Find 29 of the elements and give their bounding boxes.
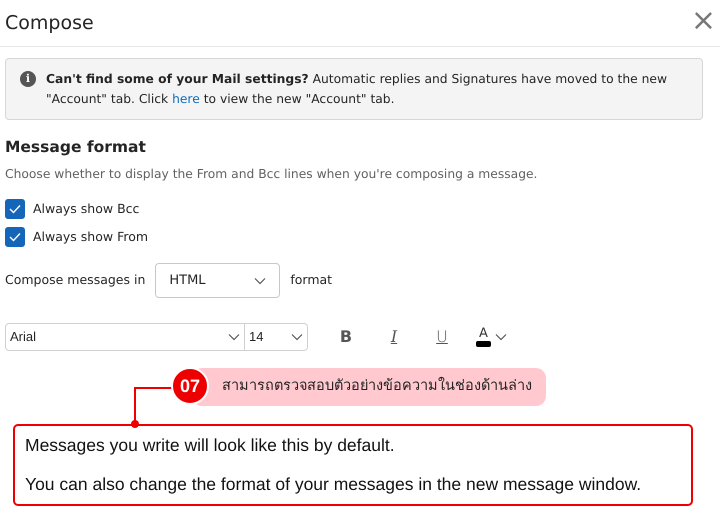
chevron-icon (228, 333, 240, 342)
italic-button[interactable]: I (370, 323, 418, 352)
underline-button[interactable]: U (418, 323, 466, 352)
compose-label: Compose messages in (5, 271, 146, 290)
dialog-title: Compose (5, 12, 94, 34)
format-dropdown[interactable]: HTML (155, 263, 280, 298)
chevron-icon (495, 333, 507, 342)
step-number: 07 (171, 367, 209, 405)
font-color-button[interactable]: A (476, 323, 507, 352)
section-description: Choose whether to display the From and Bcc lines when you're composing a message. (5, 166, 538, 183)
chevron-icon (291, 333, 303, 342)
preview-text: Messages you write will look like this by default. (25, 434, 396, 457)
checkbox[interactable] (5, 227, 25, 248)
chevron-icon (254, 276, 266, 285)
font-dropdown[interactable]: Arial (5, 323, 245, 352)
bold-button[interactable]: B (322, 323, 370, 352)
check-icon (9, 204, 21, 214)
here-link[interactable]: here (172, 92, 200, 106)
checkbox[interactable] (5, 199, 25, 220)
checkbox-label: Always show Bcc (33, 200, 140, 218)
checkbox-label: Always show From (33, 228, 148, 246)
info-message: Can't find some of your Mail settings? Automatic replies and Signatures have moved to the new "Account" tab. Click here to view the new "Account" tab. (46, 71, 668, 108)
info-icon: i (20, 71, 36, 87)
section-heading: Message format (5, 138, 147, 157)
check-icon (9, 232, 21, 242)
format-label: format (290, 271, 332, 290)
preview-text: You can also change the format of your messages in the new message window. (25, 473, 642, 496)
close-button[interactable]: × (686, 6, 720, 40)
size-dropdown[interactable]: 14 (245, 323, 308, 352)
